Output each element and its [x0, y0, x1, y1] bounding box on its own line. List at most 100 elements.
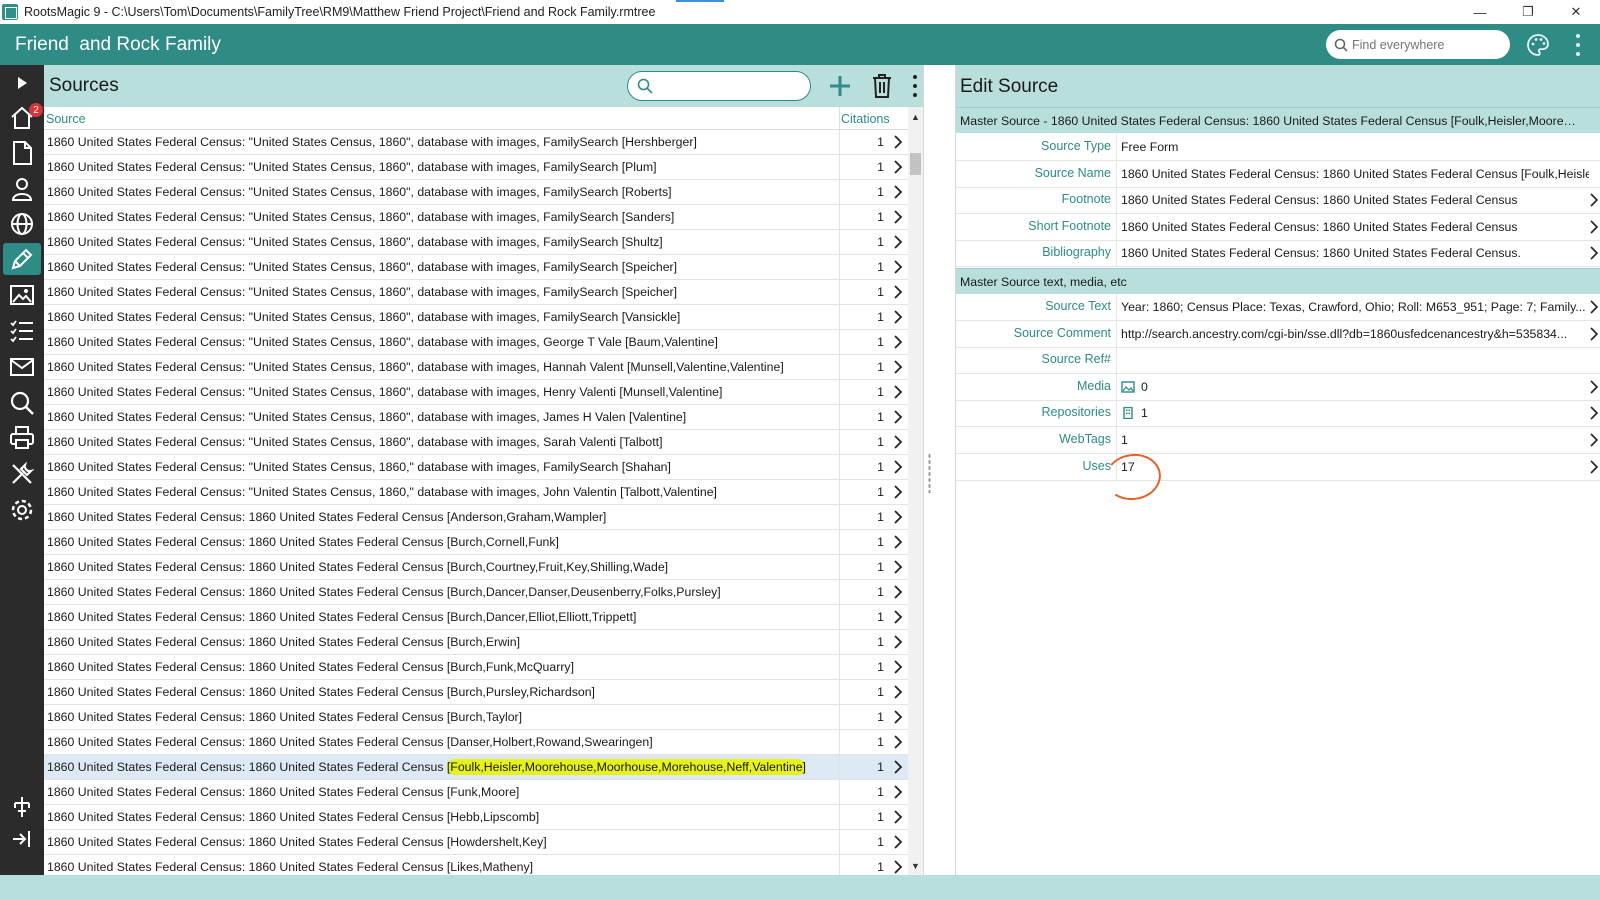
source-row[interactable]: 1860 United States Federal Census: 1860 … [44, 680, 923, 705]
document-icon[interactable] [6, 137, 38, 169]
app-menu-button[interactable] [1572, 32, 1584, 58]
chevron-right-icon[interactable] [893, 560, 903, 574]
chevron-right-icon[interactable] [893, 310, 903, 324]
chevron-right-icon[interactable] [893, 760, 903, 774]
chevron-right-icon[interactable] [893, 610, 903, 624]
field-uses[interactable]: Uses 17 [956, 453, 1600, 481]
chevron-right-icon[interactable] [893, 785, 903, 799]
chevron-right-icon[interactable] [893, 435, 903, 449]
chevron-right-icon[interactable] [893, 860, 903, 874]
tools-icon[interactable] [6, 458, 38, 490]
source-row[interactable]: 1860 United States Federal Census: 1860 … [44, 530, 923, 555]
close-button[interactable]: ✕ [1552, 0, 1600, 24]
field-source-comment[interactable]: Source Comment http://search.ancestry.com… [956, 320, 1600, 348]
source-row[interactable]: 1860 United States Federal Census: "Unit… [44, 380, 923, 405]
source-row[interactable]: 1860 United States Federal Census: 1860 … [44, 630, 923, 655]
expand-icon[interactable] [6, 67, 38, 99]
chevron-right-icon[interactable] [1589, 193, 1599, 207]
source-row[interactable]: 1860 United States Federal Census: "Unit… [44, 405, 923, 430]
chevron-right-icon[interactable] [1589, 460, 1599, 474]
chevron-right-icon[interactable] [893, 410, 903, 424]
field-footnote[interactable]: Footnote 1860 United States Federal Censu… [956, 187, 1600, 215]
source-row[interactable]: 1860 United States Federal Census: 1860 … [44, 555, 923, 580]
source-row[interactable]: 1860 United States Federal Census: 1860 … [44, 855, 923, 875]
restore-button[interactable]: ❐ [1504, 0, 1552, 24]
chevron-right-icon[interactable] [893, 160, 903, 174]
add-source-button[interactable] [828, 74, 852, 98]
share-icon[interactable] [6, 823, 38, 855]
chevron-right-icon[interactable] [893, 835, 903, 849]
chevron-right-icon[interactable] [893, 535, 903, 549]
scroll-up-icon[interactable]: ▲ [908, 109, 923, 124]
palette-icon[interactable] [1526, 33, 1550, 57]
chevron-right-icon[interactable] [893, 335, 903, 349]
person-icon[interactable] [6, 173, 38, 205]
chevron-right-icon[interactable] [1589, 406, 1599, 420]
sources-menu-button[interactable] [911, 73, 919, 99]
chevron-right-icon[interactable] [1589, 246, 1599, 260]
chevron-right-icon[interactable] [1589, 433, 1599, 447]
chevron-right-icon[interactable] [893, 210, 903, 224]
field-source-ref[interactable]: Source Ref# [956, 347, 1600, 375]
chevron-right-icon[interactable] [893, 460, 903, 474]
mail-icon[interactable] [6, 351, 38, 383]
sources-pen-icon[interactable] [3, 243, 41, 275]
global-search-input[interactable] [1352, 37, 1502, 52]
chevron-right-icon[interactable] [893, 810, 903, 824]
chevron-right-icon[interactable] [893, 135, 903, 149]
chevron-right-icon[interactable] [893, 485, 903, 499]
chevron-right-icon[interactable] [893, 235, 903, 249]
chevron-right-icon[interactable] [1589, 327, 1599, 341]
source-row[interactable]: 1860 United States Federal Census: 1860 … [44, 730, 923, 755]
source-row[interactable]: 1860 United States Federal Census: "Unit… [44, 330, 923, 355]
chevron-right-icon[interactable] [893, 735, 903, 749]
chevron-right-icon[interactable] [893, 385, 903, 399]
column-citations[interactable]: Citations [841, 112, 890, 126]
chevron-right-icon[interactable] [893, 285, 903, 299]
field-source-type[interactable]: Source Type Free Form [956, 134, 1600, 161]
field-value[interactable]: 17 [1121, 460, 1589, 474]
chevron-right-icon[interactable] [1589, 300, 1599, 314]
field-webtags[interactable]: WebTags 1 [956, 427, 1600, 454]
chevron-right-icon[interactable] [893, 185, 903, 199]
field-media[interactable]: Media 0 [956, 373, 1600, 401]
source-row[interactable]: 1860 United States Federal Census: 1860 … [44, 830, 923, 855]
delete-source-button[interactable] [870, 73, 894, 99]
source-row[interactable]: 1860 United States Federal Census: "Unit… [44, 355, 923, 380]
chevron-right-icon[interactable] [893, 685, 903, 699]
global-search-box[interactable] [1326, 30, 1510, 59]
field-value[interactable]: 1 [1121, 433, 1589, 447]
tree-icon[interactable] [6, 791, 38, 823]
splitter-grip[interactable] [928, 453, 931, 493]
source-row[interactable]: 1860 United States Federal Census: "Unit… [44, 255, 923, 280]
print-icon[interactable] [6, 422, 38, 454]
chevron-right-icon[interactable] [1589, 220, 1599, 234]
minimize-button[interactable]: — [1456, 0, 1504, 24]
field-value[interactable]: 0 [1121, 380, 1589, 394]
source-row[interactable]: 1860 United States Federal Census: 1860 … [44, 655, 923, 680]
source-row[interactable]: 1860 United States Federal Census: 1860 … [44, 605, 923, 630]
field-value[interactable]: http://search.ancestry.com/cgi-bin/sse.d… [1121, 327, 1589, 341]
chevron-right-icon[interactable] [893, 510, 903, 524]
field-value[interactable]: 1860 United States Federal Census: 1860 … [1121, 193, 1589, 207]
chevron-right-icon[interactable] [893, 635, 903, 649]
source-row[interactable]: 1860 United States Federal Census: "Unit… [44, 155, 923, 180]
chevron-right-icon[interactable] [1589, 380, 1599, 394]
scroll-thumb[interactable] [910, 153, 921, 175]
source-row[interactable]: 1860 United States Federal Census: 1860 … [44, 705, 923, 730]
tasks-icon[interactable] [6, 315, 38, 347]
column-source[interactable]: Source [46, 112, 86, 126]
panel-splitter[interactable] [923, 65, 935, 875]
media-icon[interactable] [6, 279, 38, 311]
source-row[interactable]: 1860 United States Federal Census: "Unit… [44, 205, 923, 230]
source-row[interactable]: 1860 United States Federal Census: 1860 … [44, 505, 923, 530]
sources-search-box[interactable] [627, 71, 811, 101]
scroll-down-icon[interactable]: ▼ [908, 858, 923, 873]
field-value[interactable]: 1860 United States Federal Census: 1860 … [1121, 246, 1589, 260]
field-value[interactable]: 1860 United States Federal Census: 1860 … [1121, 167, 1589, 181]
field-short-footnote[interactable]: Short Footnote 1860 United States Federal… [956, 213, 1600, 241]
source-row[interactable]: 1860 United States Federal Census: 1860 … [44, 755, 923, 780]
source-row[interactable]: 1860 United States Federal Census: "Unit… [44, 280, 923, 305]
source-row[interactable]: 1860 United States Federal Census: 1860 … [44, 805, 923, 830]
field-value[interactable]: Year: 1860; Census Place: Texas, Crawfor… [1121, 300, 1589, 314]
